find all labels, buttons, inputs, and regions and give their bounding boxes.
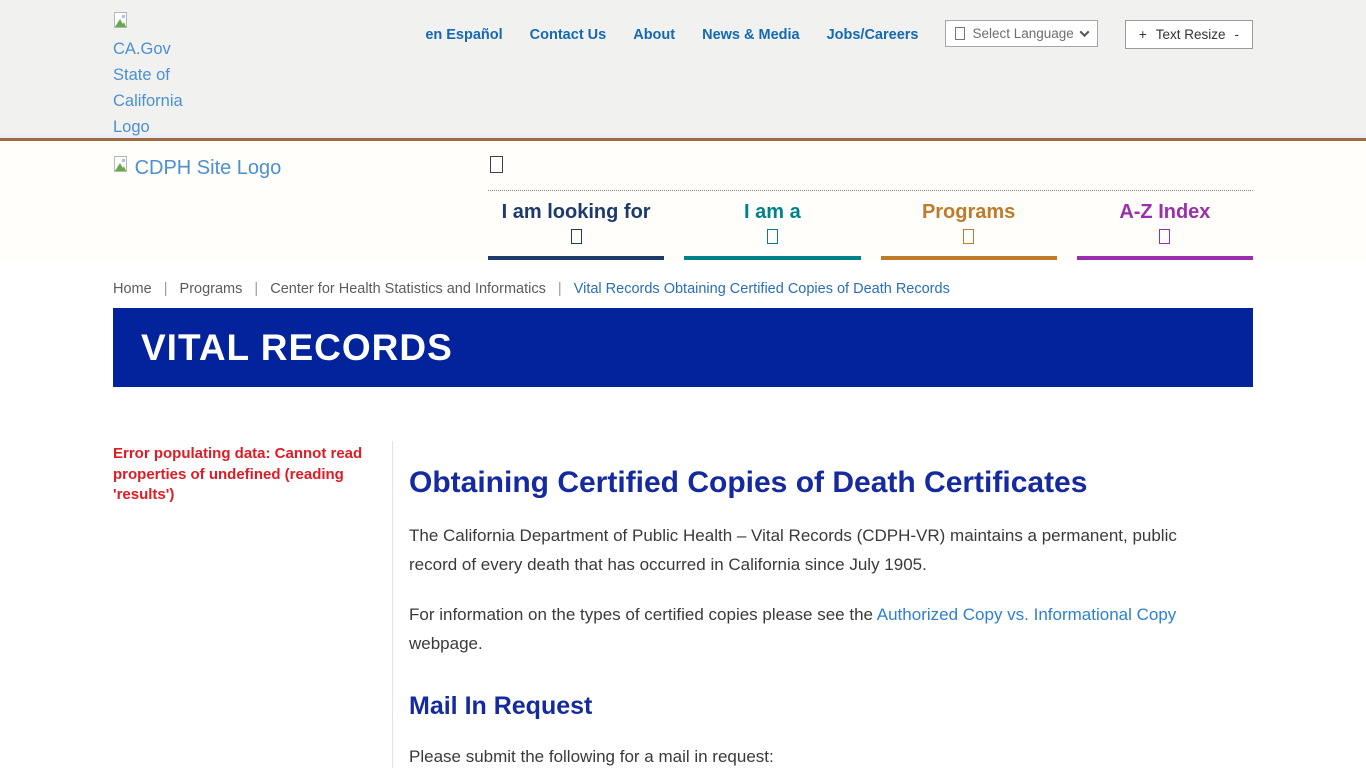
- tab-i-am-a[interactable]: I am a: [684, 201, 860, 260]
- mail-in-request-intro: Please submit the following for a mail i…: [409, 742, 1223, 768]
- tab-a-z-index[interactable]: A-Z Index: [1077, 201, 1253, 260]
- breadcrumb-separator: |: [558, 281, 562, 297]
- info-paragraph-text: webpage.: [409, 634, 483, 653]
- breadcrumb: Home | Programs | Center for Health Stat…: [113, 281, 1253, 297]
- cdph-site-logo-alt-text: CDPH Site Logo: [135, 157, 282, 179]
- nav-link-about[interactable]: About: [633, 20, 675, 43]
- nav-link-jobs-careers[interactable]: Jobs/Careers: [827, 20, 919, 43]
- left-sidebar: Error populating data: Cannot read prope…: [113, 441, 392, 768]
- info-paragraph-text: For information on the types of certifie…: [409, 605, 877, 624]
- ca-gov-logo-alt-text: CA.Gov State of California Logo: [113, 40, 183, 136]
- language-selector[interactable]: Select Language: [945, 20, 1097, 47]
- search-icon[interactable]: [490, 156, 503, 173]
- breadcrumb-separator: |: [254, 281, 258, 297]
- ca-gov-logo-link[interactable]: CA.Gov State of California Logo: [113, 12, 185, 140]
- tab-i-am-looking-for[interactable]: I am looking for: [488, 201, 664, 260]
- chevron-down-icon: [963, 229, 974, 244]
- authorized-copy-link[interactable]: Authorized Copy vs. Informational Copy: [877, 605, 1177, 624]
- text-resize-control: + Text Resize -: [1125, 20, 1253, 49]
- language-selector-label: Select Language: [972, 26, 1073, 41]
- tab-programs[interactable]: Programs: [881, 201, 1057, 260]
- chevron-down-icon: [1079, 27, 1089, 37]
- cdph-site-logo-link[interactable]: CDPH Site Logo: [113, 156, 281, 260]
- breadcrumb-center-health-statistics[interactable]: Center for Health Statistics and Informa…: [270, 281, 546, 297]
- top-nav: en Español Contact Us About News & Media…: [425, 12, 1253, 49]
- nav-link-contact-us[interactable]: Contact Us: [530, 20, 607, 43]
- main-content: Obtaining Certified Copies of Death Cert…: [392, 441, 1253, 768]
- text-resize-label: Text Resize: [1156, 27, 1226, 42]
- broken-image-icon: [113, 12, 129, 34]
- breadcrumb-programs[interactable]: Programs: [180, 281, 243, 297]
- chevron-down-icon: [767, 229, 778, 244]
- info-paragraph: For information on the types of certifie…: [409, 600, 1223, 658]
- page-title: Obtaining Certified Copies of Death Cert…: [409, 466, 1223, 500]
- primary-nav: I am looking for I am a Programs A-Z Ind…: [488, 154, 1253, 260]
- mail-in-request-heading: Mail In Request: [409, 692, 1223, 721]
- section-banner: VITAL RECORDS: [113, 308, 1253, 387]
- broken-image-icon: [113, 156, 129, 179]
- intro-paragraph: The California Department of Public Heal…: [409, 521, 1223, 579]
- chevron-down-icon: [1159, 229, 1170, 244]
- nav-link-news-media[interactable]: News & Media: [702, 20, 800, 43]
- breadcrumb-current-page[interactable]: Vital Records Obtaining Certified Copies…: [574, 281, 950, 297]
- text-resize-decrease-button[interactable]: -: [1235, 27, 1240, 42]
- chevron-down-icon: [571, 229, 582, 244]
- breadcrumb-home[interactable]: Home: [113, 281, 152, 297]
- nav-link-en-espanol[interactable]: en Español: [425, 20, 502, 43]
- text-resize-increase-button[interactable]: +: [1139, 27, 1147, 42]
- section-banner-title: VITAL RECORDS: [113, 327, 453, 369]
- breadcrumb-separator: |: [164, 281, 168, 297]
- sidebar-error-message: Error populating data: Cannot read prope…: [113, 444, 364, 506]
- globe-icon: [955, 27, 965, 40]
- top-utility-bar: CA.Gov State of California Logo en Españ…: [0, 0, 1366, 138]
- site-header: CDPH Site Logo I am looking for I am a P…: [0, 141, 1366, 260]
